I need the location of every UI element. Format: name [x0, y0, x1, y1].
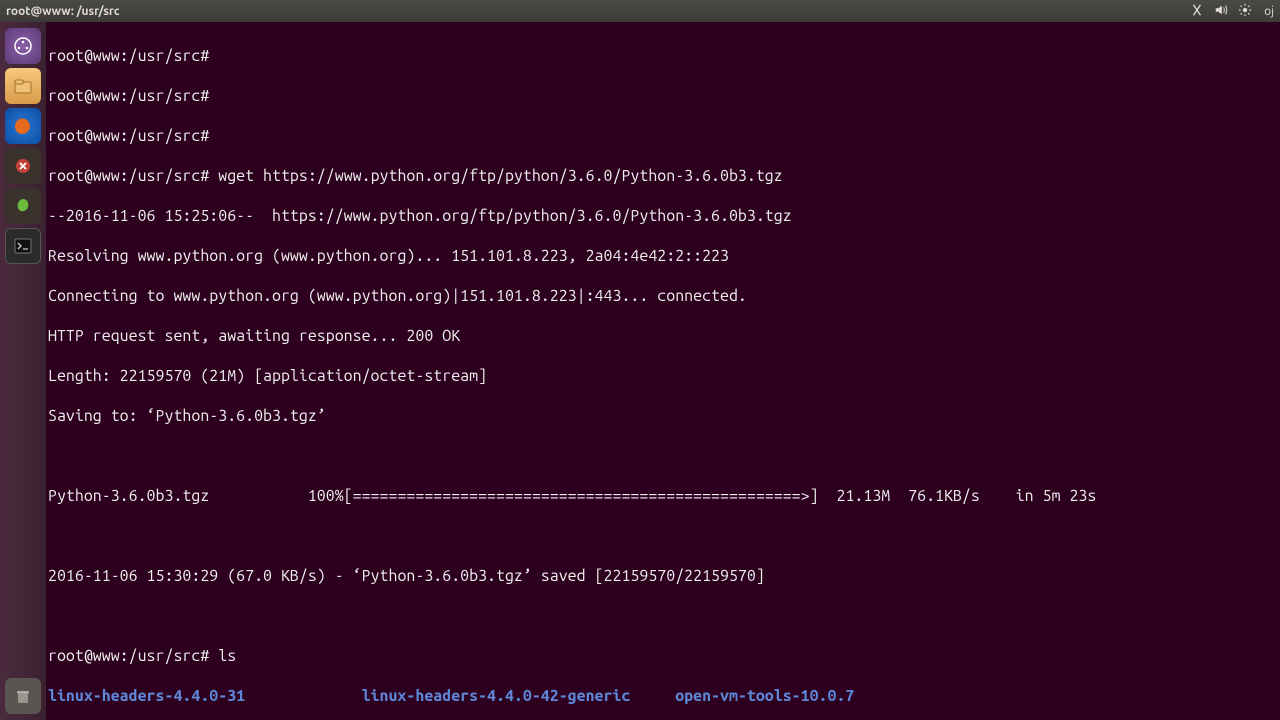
cmd-ls: ls — [218, 647, 236, 665]
sound-icon[interactable] — [1214, 3, 1228, 20]
files-icon[interactable] — [5, 68, 41, 104]
menu-bar: root@www: /usr/src oj — [0, 0, 1280, 22]
wget-line: Length: 22159570 (21M) [application/octe… — [48, 366, 1278, 386]
prompt: root@www:/usr/src# — [48, 87, 209, 105]
prompt: root@www:/usr/src# — [48, 127, 209, 145]
app-icon-red[interactable] — [5, 148, 41, 184]
wget-line: Saving to: ‘Python-3.6.0b3.tgz’ — [48, 406, 1278, 426]
app-icon-green[interactable] — [5, 188, 41, 224]
wget-line: HTTP request sent, awaiting response... … — [48, 326, 1278, 346]
trash-icon[interactable] — [5, 678, 41, 714]
unity-launcher — [0, 22, 46, 720]
wget-line: Connecting to www.python.org (www.python… — [48, 286, 1278, 306]
ls-dir: linux-headers-4.4.0-42-generic — [362, 686, 676, 706]
wget-progress: Python-3.6.0b3.tgz 100%[================… — [48, 486, 1278, 506]
system-tray: oj — [1190, 3, 1274, 20]
user-indicator[interactable]: oj — [1264, 5, 1274, 18]
settings-icon[interactable] — [1238, 3, 1252, 20]
wget-line: --2016-11-06 15:25:06-- https://www.pyth… — [48, 206, 1278, 226]
network-icon[interactable] — [1190, 3, 1204, 20]
cmd-wget: wget https://www.python.org/ftp/python/3… — [218, 167, 782, 185]
terminal-icon[interactable] — [5, 228, 41, 264]
prompt: root@www:/usr/src# — [48, 647, 209, 665]
firefox-icon[interactable] — [5, 108, 41, 144]
window-title: root@www: /usr/src — [6, 5, 120, 18]
wget-done: 2016-11-06 15:30:29 (67.0 KB/s) - ‘Pytho… — [48, 566, 1278, 586]
ls-dir: linux-headers-4.4.0-31 — [48, 686, 362, 706]
prompt: root@www:/usr/src# — [48, 47, 209, 65]
wget-line: Resolving www.python.org (www.python.org… — [48, 246, 1278, 266]
ls-dir: open-vm-tools-10.0.7 — [675, 686, 854, 706]
prompt: root@www:/usr/src# — [48, 167, 209, 185]
terminal-output[interactable]: root@www:/usr/src# root@www:/usr/src# ro… — [46, 22, 1280, 720]
dash-icon[interactable] — [5, 28, 41, 64]
